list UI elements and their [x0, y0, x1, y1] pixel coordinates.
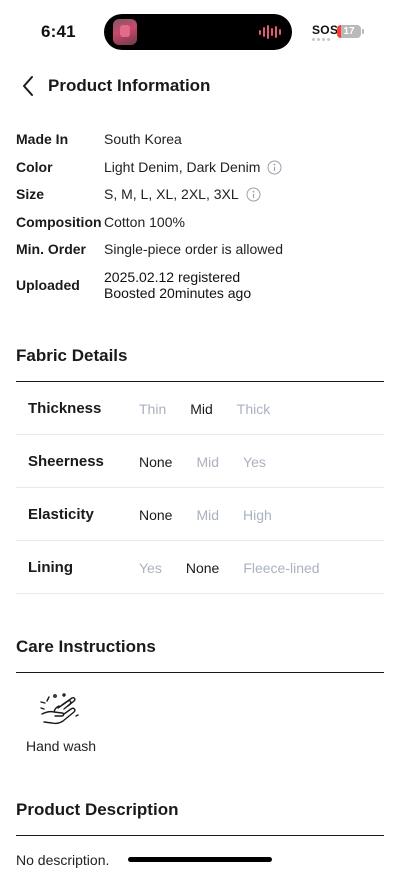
- fabric-option: High: [243, 507, 272, 523]
- info-value: S, M, L, XL, 2XL, 3XL: [104, 186, 239, 202]
- product-info-table: Made In South Korea Color Light Denim, D…: [16, 131, 384, 301]
- status-time: 6:41: [41, 22, 76, 41]
- description-text: No description.: [16, 852, 110, 868]
- info-value: South Korea: [104, 131, 182, 147]
- battery-icon: 17: [337, 25, 361, 38]
- fabric-label: Lining: [28, 559, 73, 576]
- page-title: Product Information: [48, 76, 211, 95]
- info-row-made-in: Made In South Korea: [16, 131, 384, 159]
- audio-waveform-icon: [259, 25, 281, 39]
- info-row-size: Size S, M, L, XL, 2XL, 3XL: [16, 186, 384, 214]
- fabric-option: None: [139, 454, 173, 470]
- info-value: Single-piece order is allowed: [104, 241, 283, 257]
- info-value-multi: 2025.02.12 registered Boosted 20minutes …: [104, 269, 251, 301]
- info-row-uploaded: Uploaded 2025.02.12 registered Boosted 2…: [16, 269, 384, 301]
- info-value: Cotton 100%: [104, 214, 185, 230]
- care-instructions-title: Care Instructions: [16, 637, 156, 656]
- back-button[interactable]: [16, 74, 40, 98]
- fabric-row-sheerness: Sheerness None Mid Yes: [16, 435, 384, 488]
- dynamic-island[interactable]: [104, 14, 292, 50]
- fabric-option: Mid: [196, 507, 220, 523]
- hand-wash-icon: [40, 693, 79, 725]
- chevron-left-icon: [23, 76, 33, 96]
- product-description-title: Product Description: [16, 800, 179, 819]
- now-playing-artwork: [113, 19, 137, 45]
- info-label: Size: [16, 186, 45, 202]
- fabric-details-title: Fabric Details: [16, 346, 128, 365]
- fabric-option: Mid: [190, 401, 213, 417]
- info-label: Min. Order: [16, 241, 87, 257]
- info-row-color: Color Light Denim, Dark Denim: [16, 159, 384, 186]
- info-value-wrap: Light Denim, Dark Denim: [104, 159, 282, 175]
- info-circle-icon[interactable]: [267, 160, 282, 175]
- fabric-options: Thin Mid Thick: [139, 401, 270, 417]
- fabric-options: Yes None Fleece-lined: [139, 560, 320, 576]
- home-indicator[interactable]: [128, 857, 272, 862]
- fabric-details-table: Thickness Thin Mid Thick Sheerness None …: [16, 382, 384, 594]
- section-divider: [16, 835, 384, 836]
- fabric-options: None Mid High: [139, 507, 272, 523]
- fabric-option: Yes: [139, 560, 162, 576]
- info-value-wrap: S, M, L, XL, 2XL, 3XL: [104, 186, 261, 202]
- section-divider: [16, 672, 384, 673]
- info-value: Light Denim, Dark Denim: [104, 159, 261, 175]
- info-label: Made In: [16, 131, 69, 147]
- care-item-label: Hand wash: [26, 738, 97, 754]
- fabric-option: None: [185, 560, 220, 576]
- uploaded-boosted: Boosted 20minutes ago: [104, 285, 252, 301]
- fabric-option: Thin: [139, 401, 167, 417]
- fabric-row-thickness: Thickness Thin Mid Thick: [16, 382, 384, 435]
- info-circle-icon[interactable]: [246, 187, 261, 202]
- fabric-label: Thickness: [28, 400, 102, 417]
- fabric-option: Thick: [236, 401, 271, 417]
- cellular-status: SOS: [312, 24, 338, 41]
- fabric-options: None Mid Yes: [139, 454, 266, 470]
- fabric-label: Elasticity: [28, 506, 94, 523]
- fabric-option: None: [139, 507, 173, 523]
- fabric-option: Fleece-lined: [243, 560, 320, 576]
- signal-dots-icon: [312, 38, 338, 41]
- fabric-row-elasticity: Elasticity None Mid High: [16, 488, 384, 541]
- fabric-option: Yes: [243, 454, 266, 470]
- info-label: Composition: [16, 214, 102, 230]
- fabric-label: Sheerness: [28, 453, 104, 470]
- battery-level: 17: [343, 26, 355, 37]
- fabric-row-lining: Lining Yes None Fleece-lined: [16, 541, 384, 594]
- fabric-option: Mid: [196, 454, 220, 470]
- info-label: Uploaded: [16, 277, 80, 293]
- sos-label: SOS: [312, 23, 339, 37]
- uploaded-registered: 2025.02.12 registered: [104, 269, 241, 285]
- battery-tip: [362, 29, 364, 34]
- status-bar: 6:41 SOS 17: [0, 0, 400, 62]
- header: Product Information: [0, 70, 400, 102]
- info-row-composition: Composition Cotton 100%: [16, 214, 384, 241]
- care-item: Hand wash: [26, 692, 96, 754]
- info-label: Color: [16, 159, 53, 175]
- info-row-min-order: Min. Order Single-piece order is allowed: [16, 241, 384, 269]
